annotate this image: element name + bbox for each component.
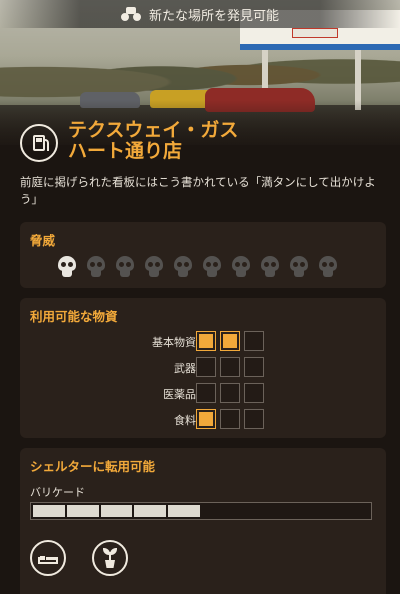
resource-amount [196,409,264,429]
barricade-bar [30,502,372,520]
barricade-segment [236,505,268,517]
skull-icon [114,256,136,278]
barricade-segment [303,505,335,517]
barricade-segment [100,505,133,517]
resource-row: 武器 [20,356,386,378]
skull-icon [259,256,281,278]
skull-icon [230,256,252,278]
resource-amount [196,331,264,351]
resource-pip [220,331,240,351]
resource-amount [196,357,264,377]
resources-title: 利用可能な物資 [30,309,118,324]
threat-title: 脅威 [30,233,56,248]
barricade-label: バリケード [30,486,85,499]
binoculars-icon [120,7,141,21]
location-title: テクスウェイ・ガス ハート通り店 [68,120,238,162]
skull-icon [143,256,165,278]
gas-pump-icon [20,124,58,162]
skull-icon [85,256,107,278]
resource-row: 医薬品 [20,382,386,404]
bed-icon[interactable] [30,540,66,576]
shelter-title: シェルターに転用可能 [30,459,156,474]
threat-meter [56,256,339,278]
barricade-segment [33,505,65,517]
resource-pip [220,383,240,403]
resource-pip [220,357,240,377]
threat-panel: 脅威 [20,222,386,288]
skull-icon [201,256,223,278]
resource-label: 武器 [174,362,196,375]
resource-pip [196,357,216,377]
resource-amount [196,383,264,403]
resource-pip [196,409,216,429]
barricade-segment [270,505,302,517]
resource-label: 食料 [174,414,196,427]
title-line-2: ハート通り店 [68,140,183,162]
resource-pip [244,331,264,351]
plant-icon[interactable] [92,540,128,576]
resource-label: 基本物資 [152,336,196,349]
resource-pip [244,357,264,377]
resources-panel: 利用可能な物資 基本物資武器医薬品食料 [20,298,386,438]
barricade-segment [134,505,167,517]
location-description: 前庭に掲げられた看板にはこう書かれている「満タンにして出かけよう」 [20,175,376,206]
resource-pip [244,383,264,403]
skull-icon [172,256,194,278]
barricade-segment [66,505,99,517]
skull-icon [288,256,310,278]
barricade-segment [168,505,200,517]
resource-row: 食料 [20,408,386,430]
resource-pip [220,409,240,429]
title-line-1: テクスウェイ・ガス [68,119,239,141]
resource-pip [196,383,216,403]
resource-row: 基本物資 [20,330,386,352]
skull-icon [56,256,78,278]
skull-icon [317,256,339,278]
resource-pip [196,331,216,351]
discovery-banner: 新たな場所を発見可能 [0,0,400,28]
barricade-segment [337,505,369,517]
resource-label: 医薬品 [163,388,196,401]
banner-text: 新たな場所を発見可能 [148,8,279,24]
barricade-segment [202,505,234,517]
resource-pip [244,409,264,429]
location-header: テクスウェイ・ガス ハート通り店 [20,120,390,162]
shelter-panel: シェルターに転用可能 バリケード [20,448,386,594]
